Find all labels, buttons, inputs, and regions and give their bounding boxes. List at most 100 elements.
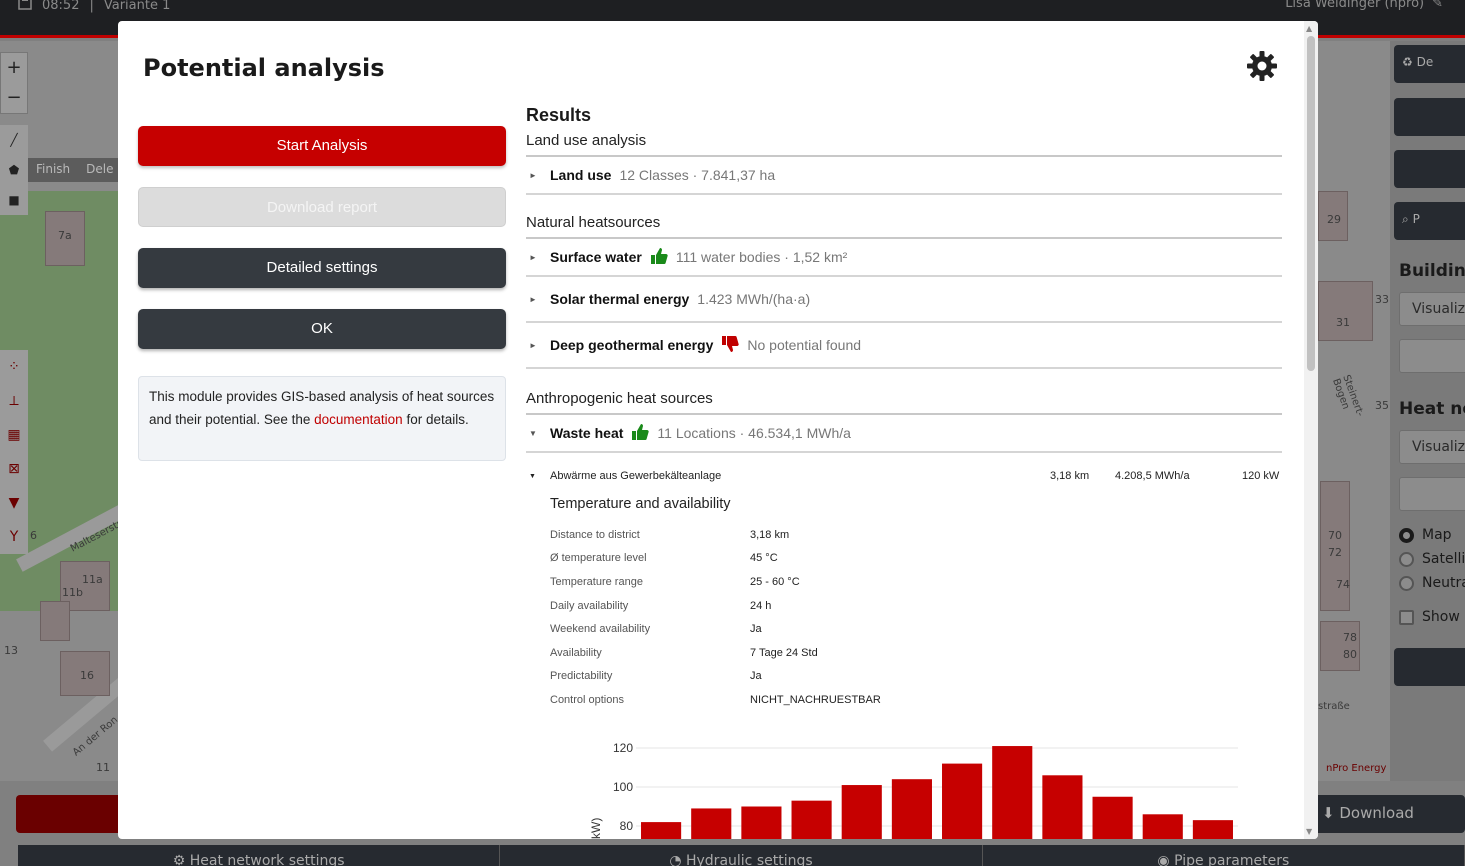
gear-icon[interactable] [1246,50,1278,82]
show-checkbox[interactable]: Show [1399,609,1460,625]
heat-network-secondary-select[interactable] [1399,477,1465,511]
finish-button[interactable]: Finish [28,158,78,182]
variant-name[interactable]: Variante 1 [104,0,171,13]
heat-network-title: Heat ne [1399,399,1465,419]
branch-tool-icon[interactable]: Y [0,520,28,554]
bar[interactable] [841,785,882,839]
expand-arrow-icon[interactable]: ► [526,171,550,180]
street-label: straße [1318,701,1350,712]
tab-heat-network-settings[interactable]: ⚙ Heat network settings [18,845,501,866]
waste-heat-detail: ▼ Abwärme aus Gewerbekälteanlage 3,18 km… [526,463,1282,712]
detail-energy: 4.208,5 MWh/a [1115,470,1190,482]
y-tick-label: 100 [613,780,633,794]
polygon-tool-icon[interactable]: ⬟ [0,155,28,185]
bar[interactable] [1192,820,1233,839]
building-secondary-select[interactable] [1399,339,1465,373]
collapse-arrow-icon[interactable]: ▼ [526,473,550,480]
property-row: Control options NICHT_NACHRUESTBAR [550,693,881,706]
result-row-solar-thermal[interactable]: ► Solar thermal energy 1.423 MWh/(ha·a) [526,277,1282,323]
rectangle-tool-icon[interactable]: ■ [0,185,28,215]
power-bar-chart: 80 100 120 kW) [589,741,1238,840]
bar[interactable] [992,746,1033,839]
map-radio[interactable]: Map [1399,527,1452,543]
pencil-icon[interactable]: ✎ [1432,0,1443,11]
results-panel: Results Land use analysis ► Land use 12 … [526,105,1282,712]
right-panel: ♻ De ⌕ P Building Visualize Heat ne Visu… [1390,41,1465,781]
scrollbar-thumb[interactable] [1307,36,1315,371]
property-row: Distance to district 3,18 km [550,528,790,541]
property-row: Ø temperature level 45 °C [550,552,778,565]
line-tool-icon[interactable]: ╱ [0,125,28,155]
save-icon[interactable] [18,0,32,14]
bar[interactable] [891,779,932,839]
bar[interactable] [741,806,782,840]
bottom-tabs: ⚙ Heat network settings ◔ Hydraulic sett… [18,845,1465,866]
grid-tool-icon[interactable]: ▦ [0,418,28,452]
box-tool-icon[interactable]: ⊠ [0,452,28,486]
tab-pipe-parameters[interactable]: ◉ Pipe parameters [983,845,1465,866]
bar[interactable] [1042,775,1083,839]
street-label: Steinert-Bogen [1330,373,1366,418]
y-axis-label: kW) [589,818,603,839]
tab-hydraulic-settings[interactable]: ◔ Hydraulic settings [500,845,983,866]
bar[interactable] [1142,814,1183,839]
bar[interactable] [942,763,983,839]
collapse-arrow-icon[interactable]: ▼ [526,429,550,438]
layer-tools: ⁘ ⟂ ▦ ⊠ ▼ Y [0,350,28,554]
zoom-out-button[interactable]: − [1,83,27,113]
zoom-in-button[interactable]: + [1,53,27,83]
panel-button[interactable] [1394,648,1465,686]
satellite-radio[interactable]: Satelli [1399,551,1465,567]
pipe-tool-icon[interactable]: ⟂ [0,384,28,418]
result-row-surface-water[interactable]: ► Surface water 111 water bodies · 1,52 … [526,239,1282,277]
result-row-waste-heat[interactable]: ▼ Waste heat 11 Locations · 46.534,1 MWh… [526,415,1282,453]
search-icon: ⌕ [1402,212,1409,226]
section-natural-heatsources: Natural heatsources [526,214,1282,239]
modal-title: Potential analysis [143,54,385,82]
zoom-controls: + − [0,52,28,114]
panel-button[interactable] [1394,150,1465,188]
cluster-tool-icon[interactable]: ⁘ [0,350,28,384]
filter-tool-icon[interactable]: ▼ [0,486,28,520]
expand-arrow-icon[interactable]: ► [526,253,550,262]
start-analysis-button[interactable]: Start Analysis [138,126,506,166]
panel-button[interactable] [1394,98,1465,136]
section-land-use: Land use analysis [526,132,1282,157]
scroll-up-icon[interactable]: ▲ [1306,24,1312,33]
detail-power: 120 kW [1242,470,1280,482]
detailed-settings-button[interactable]: Detailed settings [138,248,506,288]
property-row: Predictability Ja [550,670,762,683]
expand-arrow-icon[interactable]: ► [526,295,550,304]
download-button[interactable]: ⬇ Download [1300,795,1465,833]
thumbs-up-icon [631,423,650,444]
detail-row-header[interactable]: ▼ Abwärme aus Gewerbekälteanlage 3,18 km… [526,463,1282,489]
detail-distance: 3,18 km [1050,470,1090,482]
neutral-radio[interactable]: Neutra [1399,575,1465,591]
recycle-button[interactable]: ♻ De [1394,45,1465,83]
primary-action-button[interactable] [16,795,126,833]
thumbs-up-icon [650,247,668,268]
result-row-deep-geothermal[interactable]: ► Deep geothermal energy No potential fo… [526,323,1282,369]
bar[interactable] [791,800,832,839]
documentation-link[interactable]: documentation [314,412,403,427]
ok-button[interactable]: OK [138,309,506,349]
download-report-button[interactable]: Download report [138,187,506,227]
modal-scrollbar[interactable]: ▲ ▼ [1304,21,1318,839]
map-attribution[interactable]: nPro Energy [1326,763,1386,774]
building-visualize-select[interactable]: Visualize [1399,292,1465,326]
result-row-land-use[interactable]: ► Land use 12 Classes · 7.841,37 ha [526,157,1282,195]
expand-arrow-icon[interactable]: ► [526,341,550,350]
bar[interactable] [691,808,732,839]
bar[interactable] [1092,796,1133,839]
download-icon: ⬇ [1322,804,1335,822]
gear-icon: ⚙ [172,853,186,866]
y-tick-label: 80 [620,819,634,833]
delete-button[interactable]: Dele [78,158,121,182]
clock-time: 08:52 [42,0,80,13]
user-name[interactable]: Lisa Weidinger (npro) [1285,0,1424,11]
scroll-down-icon[interactable]: ▼ [1306,827,1312,836]
gauge-icon: ◔ [669,853,682,866]
bar[interactable] [641,822,682,839]
search-button[interactable]: ⌕ P [1394,202,1465,240]
heat-network-visualize-select[interactable]: Visualize [1399,430,1465,464]
